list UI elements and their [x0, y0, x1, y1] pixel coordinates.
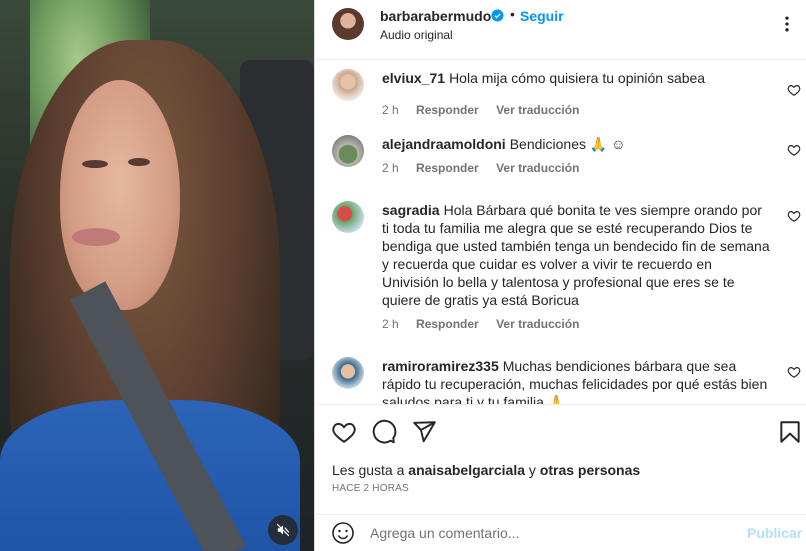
comment-text: alejandraamoldoni Bendiciones 🙏 ☺	[382, 136, 626, 152]
comment-meta: 2 h Responder Ver traducción	[382, 317, 593, 331]
commenter-username[interactable]: sagradia	[382, 202, 440, 218]
comment-meta: 2 h Responder Ver traducción	[382, 161, 593, 175]
likes-others[interactable]: otras personas	[540, 462, 640, 478]
comment-meta: 2 h Responder Ver traducción	[382, 103, 593, 117]
post-actions: Les gusta a anaisabelgarciala y otras pe…	[315, 404, 806, 514]
person-eye	[128, 158, 150, 166]
post-panel: barbarabermudo • Seguir Audio original e…	[314, 0, 806, 551]
separator-dot: •	[510, 6, 515, 22]
verified-badge-icon	[491, 9, 504, 22]
comments-list[interactable]: elviux_71 Hola mija cómo quisiera tu opin…	[315, 61, 806, 404]
commenter-username[interactable]: elviux_71	[382, 70, 445, 86]
translate-button[interactable]: Ver traducción	[496, 161, 579, 175]
comment-text: elviux_71 Hola mija cómo quisiera tu opin…	[382, 70, 706, 86]
comment-input[interactable]	[370, 523, 740, 543]
comment-icon[interactable]	[371, 419, 397, 445]
author-avatar[interactable]	[332, 8, 364, 40]
heart-icon[interactable]	[331, 419, 357, 445]
heart-icon[interactable]	[787, 209, 801, 223]
person-face	[60, 80, 180, 310]
reply-button[interactable]: Responder	[416, 161, 479, 175]
person-eye	[82, 160, 108, 168]
comment-item: sagradia Hola Bárbara qué bonita te ves s…	[315, 201, 806, 351]
comment-composer: Publicar	[315, 514, 806, 551]
comment-time: 2 h	[382, 161, 399, 175]
follow-button[interactable]: Seguir	[520, 8, 564, 24]
emoji-icon[interactable]	[331, 521, 355, 545]
reply-button[interactable]: Responder	[416, 317, 479, 331]
person-lips	[72, 228, 120, 246]
commenter-avatar[interactable]	[332, 357, 364, 389]
share-icon[interactable]	[411, 419, 437, 445]
heart-icon[interactable]	[787, 83, 801, 97]
commenter-avatar[interactable]	[332, 69, 364, 101]
reply-button[interactable]: Responder	[416, 103, 479, 117]
comment-item: alejandraamoldoni Bendiciones 🙏 ☺ 2 h Res…	[315, 135, 806, 195]
author-username[interactable]: barbarabermudo	[380, 8, 491, 24]
likes-summary[interactable]: Les gusta a anaisabelgarciala y otras pe…	[332, 462, 640, 478]
translate-button[interactable]: Ver traducción	[496, 317, 579, 331]
post-video[interactable]	[0, 0, 314, 551]
audio-label[interactable]: Audio original	[380, 28, 453, 42]
heart-icon[interactable]	[787, 365, 801, 379]
liker-username[interactable]: anaisabelgarciala	[408, 462, 525, 478]
comment-item: ramiroramirez335 Muchas bendiciones bárba…	[315, 357, 806, 404]
comment-time: 2 h	[382, 317, 399, 331]
comment-text: sagradia Hola Bárbara qué bonita te ves s…	[382, 202, 770, 308]
more-options-icon[interactable]	[777, 14, 797, 34]
post-timestamp[interactable]: HACE 2 HORAS	[332, 483, 409, 494]
heart-icon[interactable]	[787, 143, 801, 157]
comment-item: elviux_71 Hola mija cómo quisiera tu opin…	[315, 69, 806, 129]
bookmark-icon[interactable]	[777, 419, 803, 445]
mute-icon	[276, 523, 290, 537]
commenter-username[interactable]: alejandraamoldoni	[382, 136, 506, 152]
publish-button[interactable]: Publicar	[747, 525, 802, 541]
mute-button[interactable]	[268, 515, 298, 545]
commenter-avatar[interactable]	[332, 201, 364, 233]
post-header: barbarabermudo • Seguir Audio original	[315, 0, 806, 60]
translate-button[interactable]: Ver traducción	[496, 103, 579, 117]
commenter-avatar[interactable]	[332, 135, 364, 167]
comment-text: ramiroramirez335 Muchas bendiciones bárba…	[382, 358, 768, 404]
comment-time: 2 h	[382, 103, 399, 117]
commenter-username[interactable]: ramiroramirez335	[382, 358, 499, 374]
